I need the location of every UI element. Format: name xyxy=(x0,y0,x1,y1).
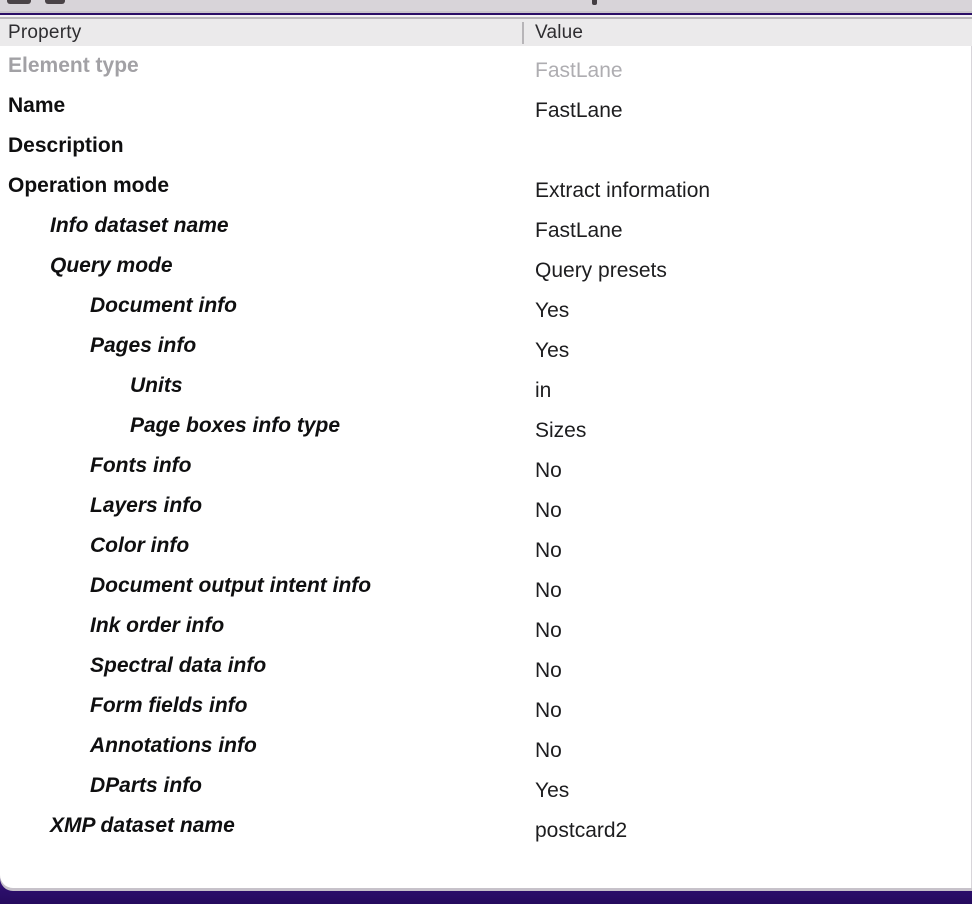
properties-window: Property Value Element typeFastLaneNameF… xyxy=(0,0,972,904)
table-row[interactable]: Fonts infoNo xyxy=(0,446,971,486)
value-cell[interactable]: postcard2 xyxy=(0,811,971,851)
value-cell[interactable]: Yes xyxy=(0,291,971,331)
table-row[interactable]: Operation modeExtract information xyxy=(0,166,971,206)
value-cell[interactable]: No xyxy=(0,451,971,491)
table-row[interactable]: NameFastLane xyxy=(0,86,971,126)
value-cell[interactable]: FastLane xyxy=(0,211,971,251)
value-cell[interactable]: Extract information xyxy=(0,171,971,211)
value-cell[interactable]: Sizes xyxy=(0,411,971,451)
table-row[interactable]: Query modeQuery presets xyxy=(0,246,971,286)
window-button-right[interactable] xyxy=(45,0,65,4)
value-cell[interactable]: No xyxy=(0,731,971,771)
window-title-fragment xyxy=(592,0,597,5)
window-button-left[interactable] xyxy=(7,0,31,4)
table-row[interactable]: Pages infoYes xyxy=(0,326,971,366)
value-cell[interactable]: Yes xyxy=(0,771,971,811)
table-column-header: Property Value xyxy=(0,19,972,46)
table-row[interactable]: Spectral data infoNo xyxy=(0,646,971,686)
column-header-value: Value xyxy=(535,19,583,46)
value-cell[interactable]: Query presets xyxy=(0,251,971,291)
table-row[interactable]: Form fields infoNo xyxy=(0,686,971,726)
value-cell[interactable]: No xyxy=(0,571,971,611)
table-row[interactable]: Color infoNo xyxy=(0,526,971,566)
value-cell[interactable]: No xyxy=(0,691,971,731)
table-row[interactable]: Ink order infoNo xyxy=(0,606,971,646)
table-row[interactable]: Document output intent infoNo xyxy=(0,566,971,606)
table-row[interactable]: Element typeFastLane xyxy=(0,46,971,86)
value-cell[interactable] xyxy=(0,131,971,171)
table-row[interactable]: Layers infoNo xyxy=(0,486,971,526)
value-cell[interactable]: No xyxy=(0,531,971,571)
value-cell[interactable]: in xyxy=(0,371,971,411)
table-row[interactable]: DParts infoYes xyxy=(0,766,971,806)
value-cell[interactable]: No xyxy=(0,651,971,691)
table-row[interactable]: Description xyxy=(0,126,971,166)
value-cell[interactable]: FastLane xyxy=(0,91,971,131)
table-row[interactable]: Unitsin xyxy=(0,366,971,406)
property-table-body: Element typeFastLaneNameFastLaneDescript… xyxy=(0,46,972,888)
column-divider[interactable] xyxy=(522,22,524,44)
value-cell[interactable]: FastLane xyxy=(0,51,971,91)
column-header-property: Property xyxy=(8,19,81,46)
value-cell[interactable]: No xyxy=(0,611,971,651)
window-titlebar xyxy=(0,0,972,13)
value-cell[interactable]: Yes xyxy=(0,331,971,371)
value-cell[interactable]: No xyxy=(0,491,971,531)
table-row[interactable]: Page boxes info typeSizes xyxy=(0,406,971,446)
table-row[interactable]: Annotations infoNo xyxy=(0,726,971,766)
table-row[interactable]: Document infoYes xyxy=(0,286,971,326)
table-row[interactable]: Info dataset nameFastLane xyxy=(0,206,971,246)
table-row[interactable]: XMP dataset namepostcard2 xyxy=(0,806,971,846)
